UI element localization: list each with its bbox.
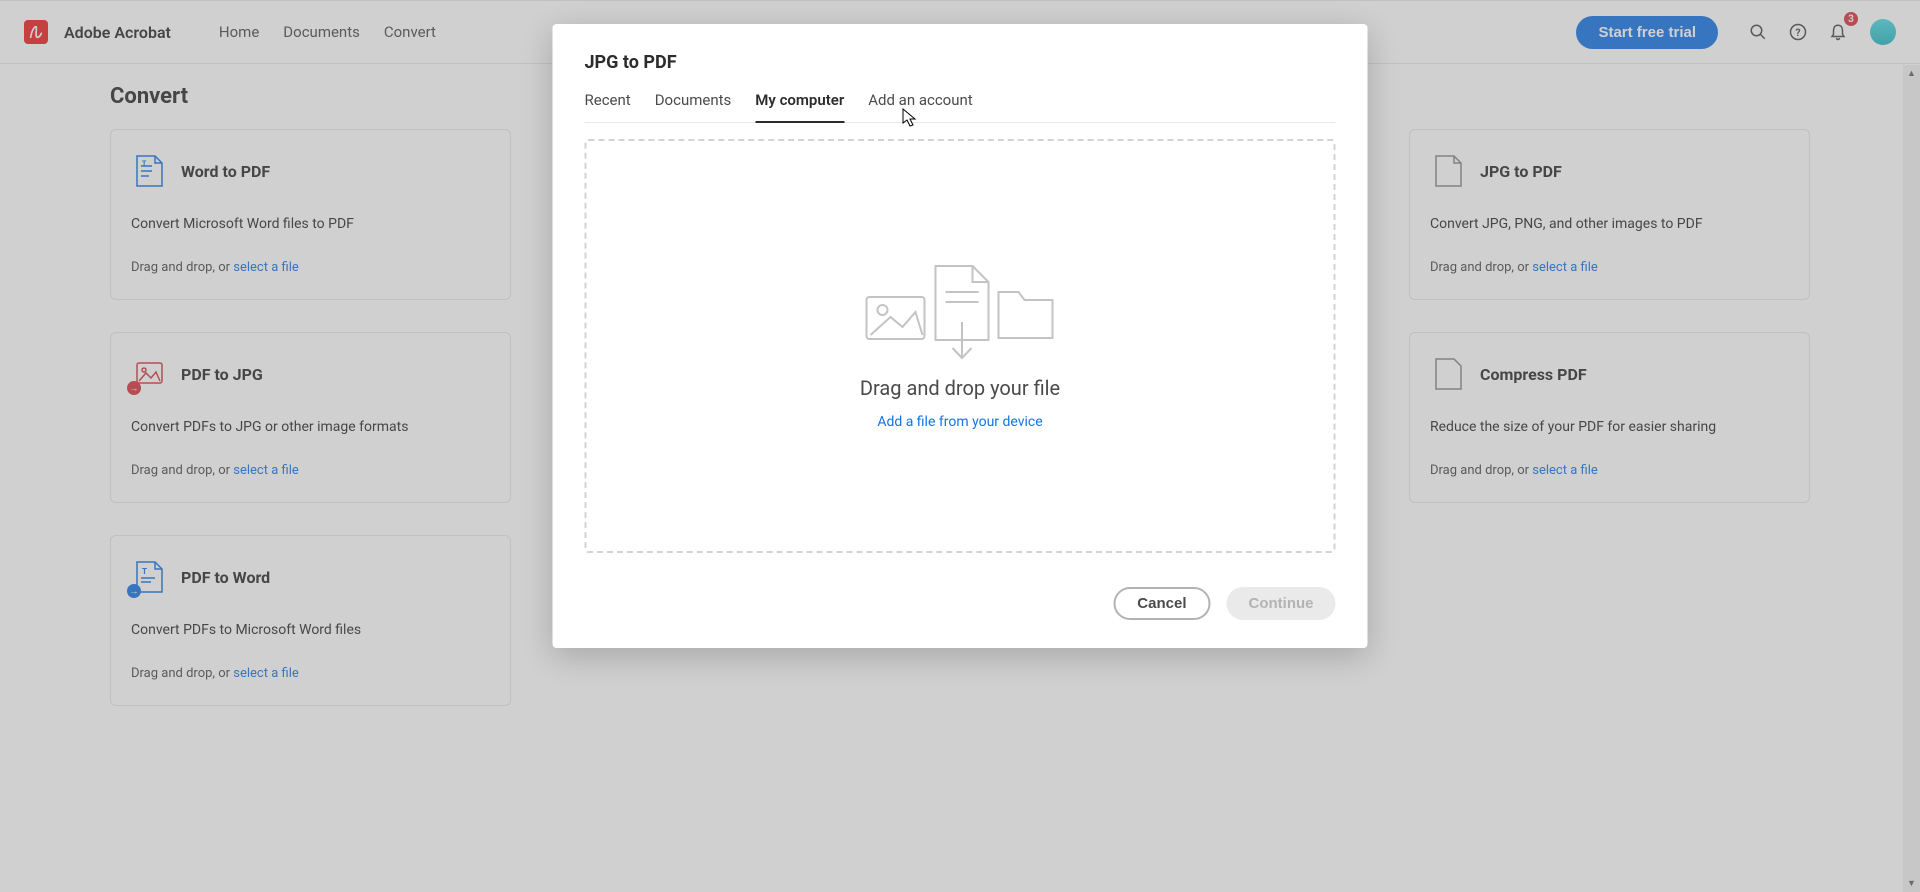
tab-my-computer[interactable]: My computer <box>755 91 844 123</box>
modal-title: JPG to PDF <box>585 52 1336 73</box>
dropzone-headline: Drag and drop your file <box>860 376 1060 400</box>
file-dropzone[interactable]: Drag and drop your file Add a file from … <box>585 139 1336 553</box>
cancel-button[interactable]: Cancel <box>1113 587 1210 620</box>
file-picker-modal: JPG to PDF Recent Documents My computer … <box>553 24 1368 648</box>
add-file-link[interactable]: Add a file from your device <box>877 414 1042 430</box>
modal-tabs: Recent Documents My computer Add an acco… <box>585 91 1336 123</box>
tab-add-account[interactable]: Add an account <box>868 91 972 123</box>
dropzone-illustration-icon <box>860 262 1060 362</box>
continue-button: Continue <box>1227 587 1336 620</box>
tab-documents[interactable]: Documents <box>655 91 732 123</box>
tab-recent[interactable]: Recent <box>585 91 631 123</box>
modal-actions: Cancel Continue <box>585 587 1336 620</box>
